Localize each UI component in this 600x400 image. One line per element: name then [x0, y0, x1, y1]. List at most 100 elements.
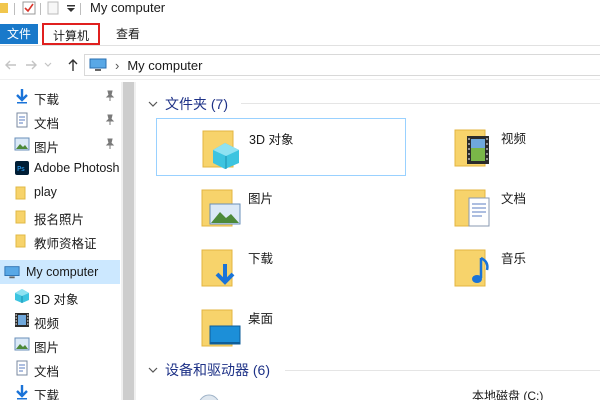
- nav-item-label: My computer: [26, 265, 99, 279]
- nav-item-pictures[interactable]: 图片: [0, 132, 120, 156]
- pictures-folder-icon: [201, 189, 241, 227]
- nav-item-3d-objects[interactable]: 3D 对象: [0, 284, 120, 308]
- nav-item-downloads-pc[interactable]: 下载: [0, 380, 120, 400]
- nav-item-videos[interactable]: 视频: [0, 308, 120, 332]
- drive-tile-partial[interactable]: [197, 390, 317, 400]
- nav-item-label: 图片: [34, 341, 60, 355]
- folder-tile-label: 文档: [501, 192, 527, 206]
- folder-icon: [15, 186, 26, 200]
- nav-item-play[interactable]: play: [0, 180, 120, 204]
- navigation-pane: 下载 文档 图片 Ps Adobe Photosh play 报名照片 教师资格…: [0, 82, 122, 400]
- nav-item-label: Adobe Photosh: [34, 161, 120, 175]
- content-pane: 文件夹 (7) 3D 对象 视频 图片 文档 下载 音乐 桌面 设备和驱动器 (…: [137, 82, 600, 400]
- back-arrow-icon: [5, 60, 16, 70]
- nav-item-label: 3D 对象: [34, 293, 79, 307]
- nav-item-downloads[interactable]: 下载: [0, 84, 120, 108]
- navigation-bar: › My computer: [0, 50, 600, 80]
- drive-label: 本地磁盘 (C:): [472, 389, 544, 400]
- chevron-down-icon: [148, 367, 158, 373]
- nav-item-my-computer[interactable]: My computer: [0, 260, 120, 284]
- folder-tile-3d-objects[interactable]: 3D 对象: [156, 118, 406, 176]
- computer-icon: [4, 266, 20, 279]
- window-title: My computer: [90, 0, 166, 15]
- pin-icon[interactable]: [104, 138, 116, 150]
- tab-view[interactable]: 查看: [108, 23, 148, 45]
- tab-file[interactable]: 文件: [0, 24, 38, 44]
- group-header-label: 文件夹 (7): [165, 96, 228, 112]
- svg-text:Ps: Ps: [17, 165, 25, 173]
- folder-tile-downloads[interactable]: 下载: [156, 238, 406, 296]
- back-button[interactable]: [2, 56, 20, 74]
- music-folder-icon: [454, 249, 489, 287]
- qa-folder-icon[interactable]: [0, 0, 14, 14]
- document-icon: [16, 112, 28, 128]
- drive-tile-c[interactable]: 本地磁盘 (C:): [472, 389, 600, 400]
- folder-tile-label: 3D 对象: [249, 133, 294, 147]
- chevron-down-icon: [44, 62, 52, 67]
- title-bar: My computer: [0, 0, 600, 18]
- nav-item-label: 下载: [34, 93, 60, 107]
- breadcrumb-separator[interactable]: ›: [115, 58, 119, 73]
- nav-item-label: play: [34, 185, 57, 199]
- 3d-objects-icon: [15, 289, 29, 303]
- group-header-folders[interactable]: 文件夹 (7): [147, 94, 228, 114]
- up-arrow-icon: [68, 59, 78, 71]
- forward-button[interactable]: [22, 56, 40, 74]
- folder-icon: [15, 234, 26, 248]
- address-bar[interactable]: › My computer: [84, 54, 600, 76]
- 3d-objects-folder-icon: [202, 130, 239, 169]
- properties-check-icon[interactable]: [22, 1, 36, 15]
- qa-separator: [80, 3, 81, 15]
- nav-item-pictures-pc[interactable]: 图片: [0, 332, 120, 356]
- nav-item-label: 文档: [34, 117, 60, 131]
- documents-folder-icon: [454, 189, 490, 227]
- nav-item-teacher-certificate[interactable]: 教师资格证: [0, 228, 120, 252]
- forward-arrow-icon: [26, 60, 37, 70]
- folder-tile-label: 桌面: [248, 312, 274, 326]
- nav-item-label: 报名照片: [34, 213, 85, 227]
- video-folder-icon: [454, 129, 489, 167]
- computer-icon: [89, 58, 107, 71]
- nav-item-documents-pc[interactable]: 文档: [0, 356, 120, 380]
- new-folder-icon[interactable]: [46, 1, 60, 15]
- download-arrow-icon: [16, 385, 28, 400]
- pin-icon[interactable]: [104, 114, 116, 126]
- folder-tile-music[interactable]: 音乐: [409, 238, 599, 296]
- qa-separator: [14, 3, 15, 15]
- folder-tile-label: 音乐: [501, 252, 527, 266]
- group-header-devices[interactable]: 设备和驱动器 (6): [147, 360, 270, 380]
- video-icon: [15, 313, 29, 327]
- recent-locations-button[interactable]: [42, 56, 54, 74]
- chevron-down-icon: [148, 101, 158, 107]
- folder-tile-label: 视频: [501, 132, 527, 146]
- nav-item-registration-photos[interactable]: 报名照片: [0, 204, 120, 228]
- folder-tile-pictures[interactable]: 图片: [156, 178, 406, 236]
- nav-item-label: 文档: [34, 365, 60, 379]
- drive-icon: [199, 394, 219, 400]
- folder-tile-label: 图片: [248, 192, 274, 206]
- folder-tile-label: 下载: [248, 252, 274, 266]
- nav-item-adobe-photoshop[interactable]: Ps Adobe Photosh: [0, 156, 120, 180]
- ribbon-tabs: 文件 计算机 查看: [0, 20, 600, 46]
- nav-item-label: 图片: [34, 141, 60, 155]
- folder-tile-documents[interactable]: 文档: [409, 178, 599, 236]
- up-button[interactable]: [64, 56, 82, 74]
- scrollbar-thumb[interactable]: [123, 82, 134, 400]
- customize-qa-dropdown-icon[interactable]: [64, 1, 78, 15]
- photoshop-icon: Ps: [15, 161, 29, 175]
- navigation-pane-scrollbar[interactable]: [121, 82, 136, 400]
- breadcrumb-my-computer[interactable]: My computer: [127, 58, 202, 73]
- folder-icon: [15, 210, 26, 224]
- download-arrow-icon: [16, 89, 28, 104]
- desktop-folder-icon: [201, 309, 241, 347]
- qa-separator: [40, 3, 41, 15]
- folder-tile-desktop[interactable]: 桌面: [156, 298, 406, 356]
- pictures-icon: [14, 337, 30, 351]
- nav-item-documents[interactable]: 文档: [0, 108, 120, 132]
- group-divider: [241, 103, 600, 104]
- group-header-label: 设备和驱动器 (6): [165, 362, 270, 378]
- nav-item-label: 视频: [34, 317, 60, 331]
- tab-computer[interactable]: 计算机: [42, 23, 100, 45]
- folder-tile-videos[interactable]: 视频: [409, 118, 599, 176]
- pin-icon[interactable]: [104, 90, 116, 102]
